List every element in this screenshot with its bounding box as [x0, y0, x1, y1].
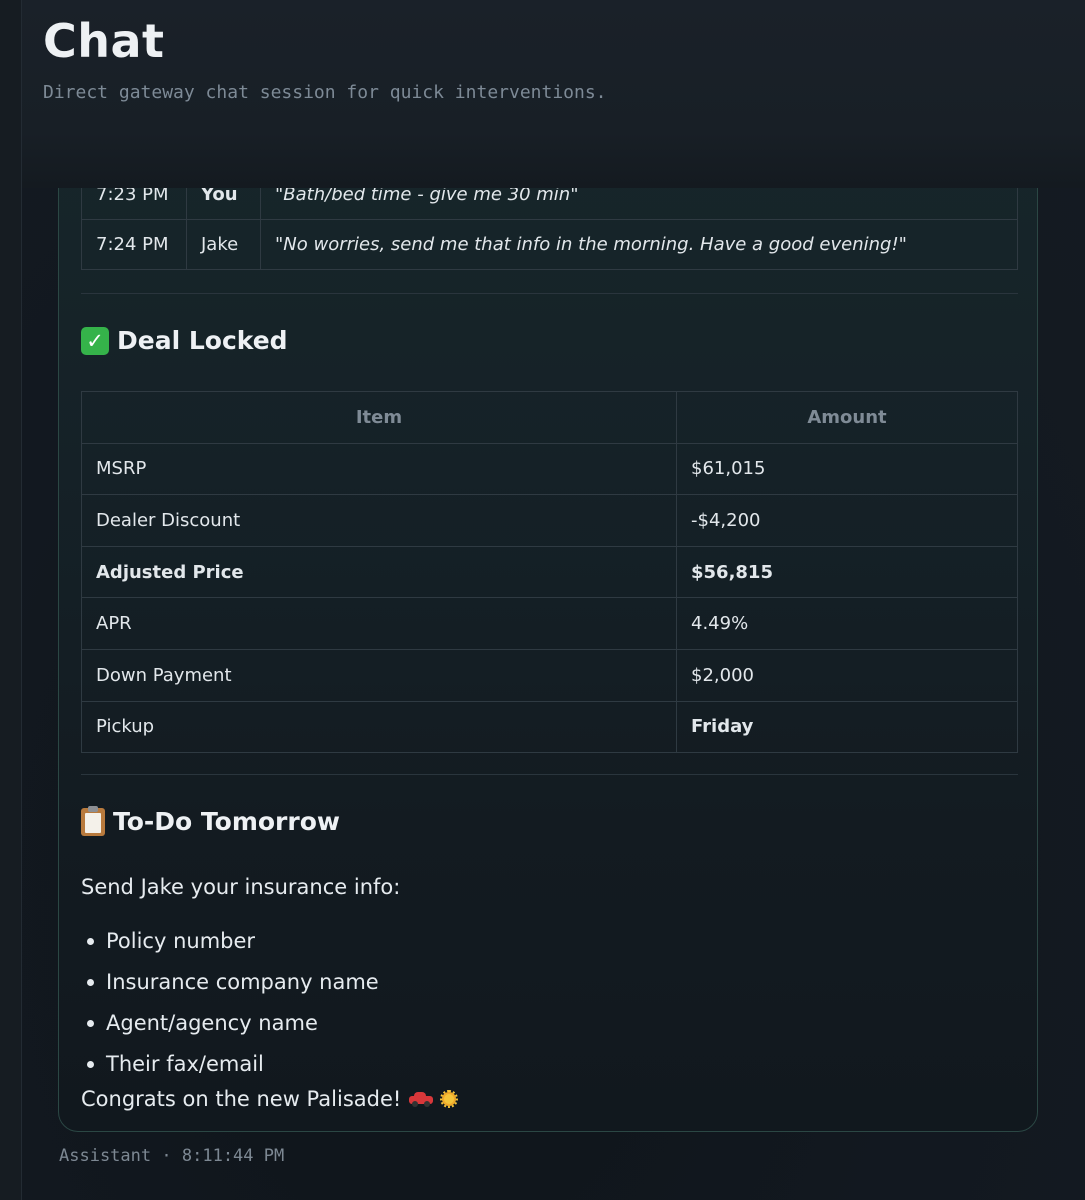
- table-row: MSRP $61,015: [81, 442, 1018, 496]
- car-icon: [409, 1091, 434, 1107]
- timeline-time: 7:24 PM: [81, 219, 187, 270]
- message-sender: Assistant: [59, 1146, 152, 1166]
- table-row: APR 4.49%: [81, 597, 1018, 650]
- table-row: Dealer Discount -$4,200: [81, 494, 1018, 547]
- clipboard-icon: [81, 805, 105, 836]
- page-subtitle: Direct gateway chat session for quick in…: [43, 82, 607, 103]
- deal-table: Item Amount MSRP $61,015 Dealer Discount…: [81, 391, 1018, 754]
- todo-intro: Send Jake your insurance info:: [81, 875, 401, 899]
- table-header-row: Item Amount: [81, 391, 1018, 444]
- deal-item: Pickup: [81, 700, 677, 754]
- column-header-item: Item: [81, 391, 677, 444]
- deal-item: Down Payment: [81, 648, 677, 702]
- deal-heading-text: Deal Locked: [117, 326, 288, 355]
- deal-item: MSRP: [81, 442, 677, 496]
- deal-amount: $2,000: [676, 648, 1018, 702]
- table-row: 7:24 PM Jake "No worries, send me that i…: [81, 219, 1018, 270]
- deal-item: Dealer Discount: [81, 494, 677, 547]
- todo-list: Policy number Insurance company name Age…: [81, 927, 379, 1091]
- assistant-message-card: 7:23 PM You "Bath/bed time - give me 30 …: [58, 120, 1038, 1132]
- closing-line: Congrats on the new Palisade!: [81, 1087, 459, 1111]
- deal-amount: Friday: [676, 700, 1018, 754]
- page-header: Chat Direct gateway chat session for qui…: [22, 0, 1085, 188]
- table-row: Down Payment $2,000: [81, 648, 1018, 702]
- deal-amount: -$4,200: [676, 494, 1018, 547]
- deal-amount: $61,015: [676, 442, 1018, 496]
- sun-icon: [439, 1089, 459, 1109]
- list-item: Their fax/email: [81, 1050, 379, 1091]
- message-timestamp: 8:11:44 PM: [181, 1146, 285, 1166]
- section-divider: [81, 293, 1018, 294]
- section-divider: [81, 774, 1018, 775]
- closing-text: Congrats on the new Palisade!: [81, 1087, 402, 1111]
- todo-heading-text: To-Do Tomorrow: [113, 807, 340, 836]
- todo-heading: To-Do Tomorrow: [81, 805, 340, 836]
- chat-page: 7:23 PM You "Bath/bed time - give me 30 …: [0, 0, 1085, 1200]
- check-mark-icon: ✓: [81, 326, 109, 355]
- table-row: Adjusted Price $56,815: [81, 545, 1018, 599]
- list-item: Policy number: [81, 927, 379, 968]
- page-title: Chat: [43, 14, 165, 68]
- meta-separator: ·: [161, 1146, 172, 1166]
- timeline-sender: Jake: [186, 219, 261, 270]
- deal-amount: 4.49%: [676, 597, 1018, 650]
- left-rail: [0, 0, 22, 1200]
- list-item: Insurance company name: [81, 968, 379, 1009]
- column-header-amount: Amount: [676, 391, 1018, 444]
- timeline-message: "No worries, send me that info in the mo…: [260, 219, 1018, 270]
- deal-amount: $56,815: [676, 545, 1018, 599]
- table-row: Pickup Friday: [81, 700, 1018, 754]
- deal-item: APR: [81, 597, 677, 650]
- deal-locked-heading: ✓ Deal Locked: [81, 326, 288, 355]
- message-meta: Assistant · 8:11:44 PM: [59, 1146, 284, 1166]
- list-item: Agent/agency name: [81, 1009, 379, 1050]
- deal-item: Adjusted Price: [81, 545, 677, 599]
